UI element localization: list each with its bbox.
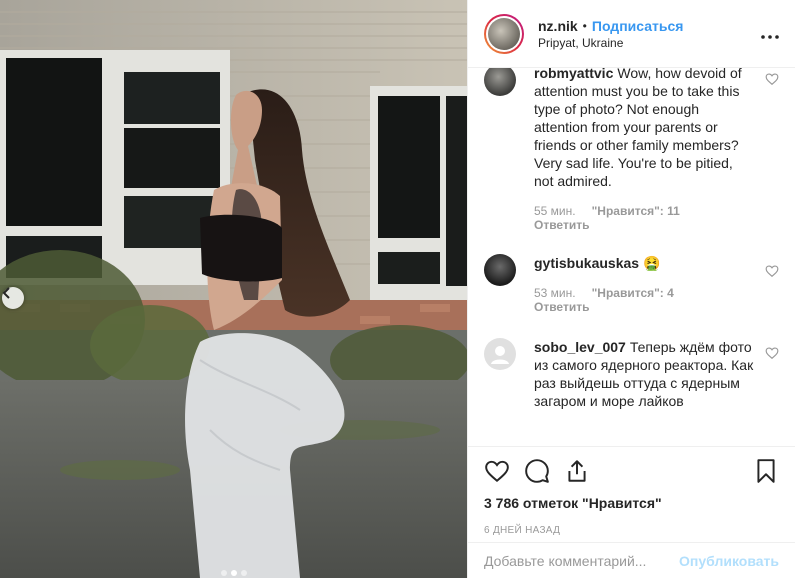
comments-list[interactable]: robmyattvic Wow, how devoid of attention … [468,68,795,446]
post-header: nz.nik • Подписаться Pripyat, Ukraine [468,0,795,68]
author-username[interactable]: nz.nik [538,18,578,34]
avatar-image [488,17,520,50]
carousel-dot [240,570,247,576]
carousel-dot [220,570,227,576]
comment-icon[interactable] [524,458,550,484]
comment-time[interactable]: 55 мин. [534,204,576,218]
instagram-post: nz.nik • Подписаться Pripyat, Ukraine ro… [0,0,795,578]
commenter-avatar[interactable] [484,338,516,370]
comment-item: robmyattvic Wow, how devoid of attention … [484,68,779,232]
more-horizontal-icon [761,35,779,39]
follow-button[interactable]: Подписаться [592,18,684,34]
comment-reply-button[interactable]: Ответить [534,218,754,232]
photo-image [0,0,467,578]
carousel-dots [0,570,467,576]
share-icon[interactable] [564,458,590,484]
comment-time[interactable]: 53 мин. [534,286,576,300]
commenter-avatar[interactable] [484,254,516,286]
comment-username[interactable]: gytisbukauskas [534,255,639,271]
likes-count[interactable]: 3 786 отметок "Нравится" [484,495,779,511]
post-location[interactable]: Pripyat, Ukraine [538,36,761,50]
commenter-avatar[interactable] [484,68,516,96]
comment-item: gytisbukauskas 🤮 53 мин. "Нравится": 4 Отв… [484,254,779,314]
comment-likes[interactable]: "Нравится": 11 [592,204,680,218]
header-separator: • [582,18,587,33]
comment-like-heart-icon[interactable] [765,72,779,86]
comment-input[interactable] [484,552,680,569]
comment-username[interactable]: robmyattvic [534,68,613,81]
more-options-button[interactable] [761,23,779,44]
default-avatar-icon [491,346,509,364]
comment-text: Wow, how devoid of attention must you be… [534,68,742,189]
comment-item: sobo_lev_007 Теперь ждём фото из самого я… [484,338,779,410]
bookmark-icon[interactable] [753,458,779,484]
comment-likes[interactable]: "Нравится": 4 [592,286,674,300]
comment-like-heart-icon[interactable] [765,264,779,278]
post-side-panel: nz.nik • Подписаться Pripyat, Ukraine ro… [467,0,795,578]
publish-button[interactable]: Опубликовать [679,553,779,569]
comment-like-heart-icon[interactable] [765,346,779,360]
comment-username[interactable]: sobo_lev_007 [534,339,626,355]
carousel-prev-button[interactable] [2,287,24,309]
posted-time[interactable]: 6 ДНЕЙ НАЗАД [484,525,779,536]
comment-reply-button[interactable]: Ответить [534,300,754,314]
chevron-left-icon [2,287,10,299]
author-avatar[interactable] [484,13,524,54]
comment-text: 🤮 [643,255,661,271]
add-comment-bar: Опубликовать [468,542,795,578]
post-actions: 3 786 отметок "Нравится" 6 ДНЕЙ НАЗАД [468,446,795,536]
post-photo[interactable] [0,0,467,578]
carousel-dot-active [230,570,237,576]
heart-icon[interactable] [484,458,510,484]
